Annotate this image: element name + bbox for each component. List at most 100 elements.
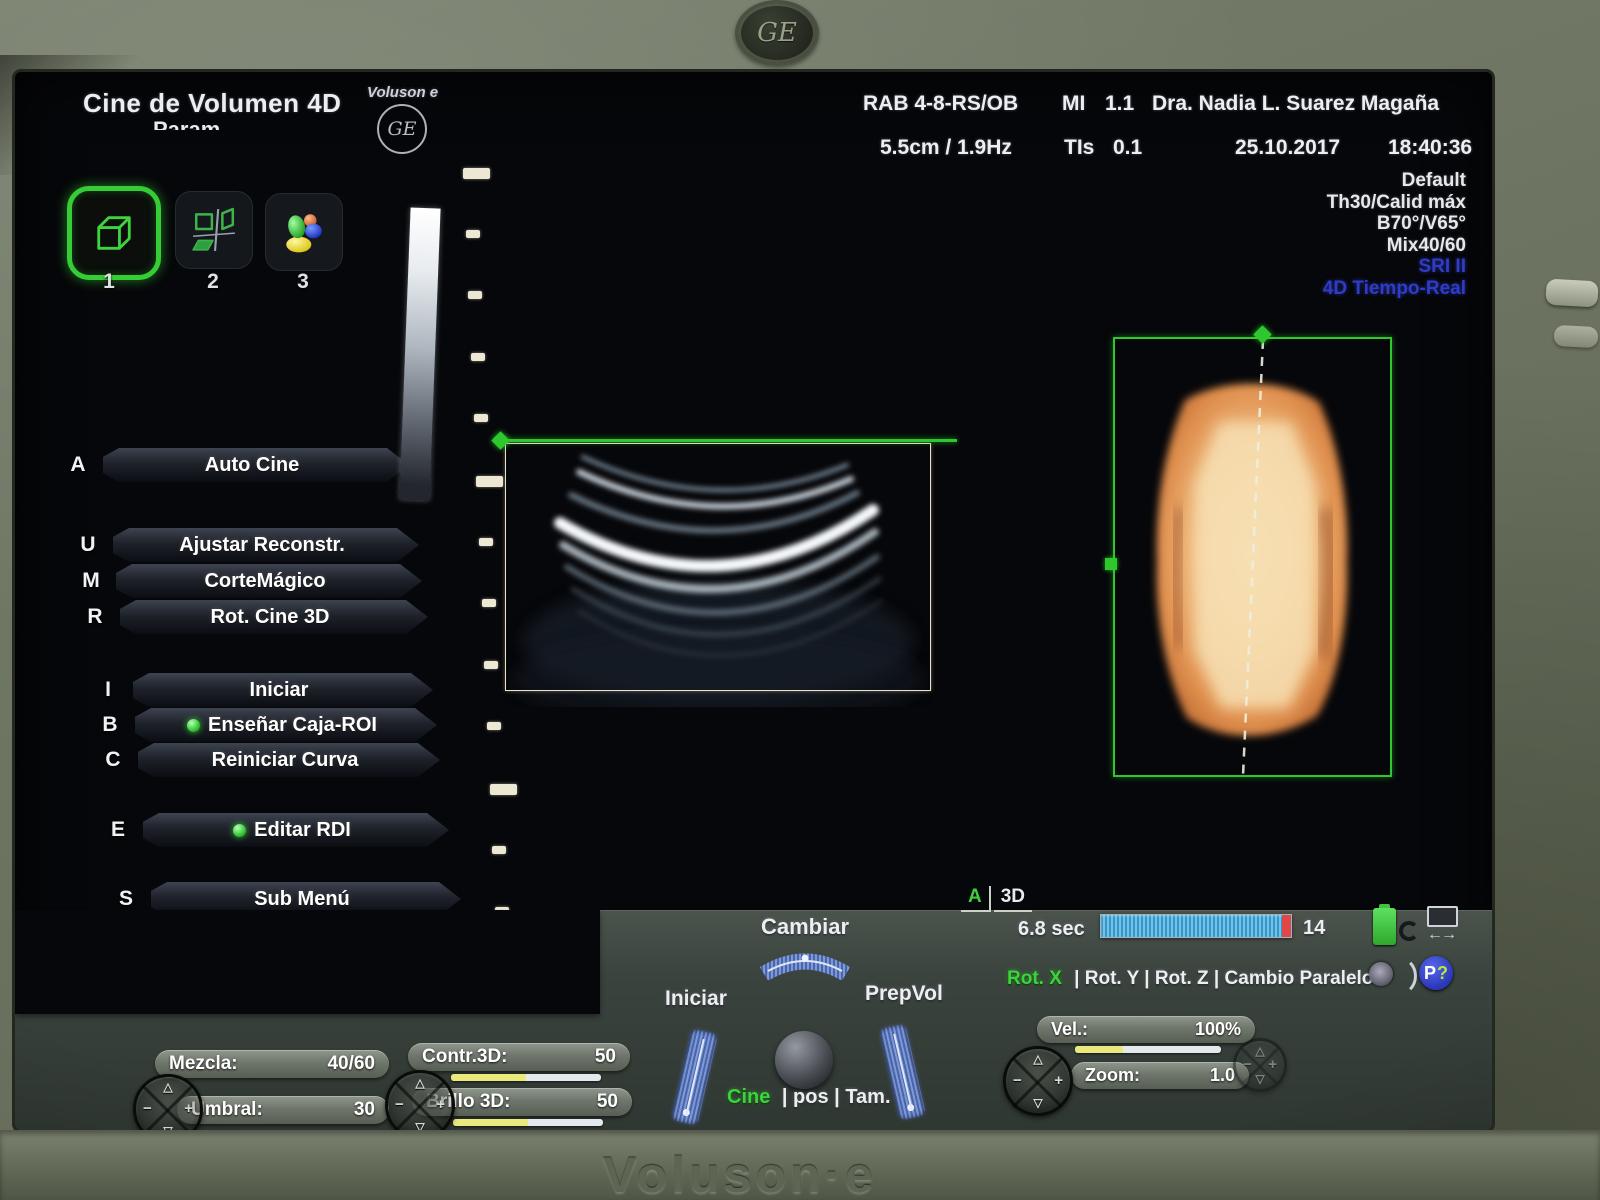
led-indicator [187, 719, 200, 732]
render-center-line [1227, 332, 1275, 782]
trackball-top-label: Cambiar [761, 914, 849, 940]
menu-button-ensenar-caja-roi[interactable]: Enseñar Caja-ROI [135, 708, 437, 742]
date: 25.10.2017 [1235, 136, 1340, 160]
depth-freq: 5.5cm / 1.9Hz [880, 136, 1012, 160]
roi-top-line[interactable] [501, 439, 957, 442]
mode-button-4d-cube[interactable] [67, 186, 161, 280]
settings-block: Default Th30/Calid máx B70°/V65° Mix40/6… [1323, 170, 1466, 299]
menu-button-corte-magico[interactable]: CorteMágico [116, 564, 422, 598]
mezcla-control[interactable]: Mezcla:40/60 [155, 1050, 389, 1078]
mode-button-sectional-planes[interactable] [175, 191, 253, 269]
menu-key-r: R [82, 605, 108, 629]
menu-button-editar-rdi[interactable]: Editar RDI [143, 813, 449, 847]
led-indicator [233, 824, 246, 837]
menu-key-m: M [78, 569, 104, 593]
voluson-brand-emboss: Voluson·e [0, 1146, 1480, 1200]
setting-mix: Mix40/60 [1323, 235, 1466, 257]
menu-key-s: S [113, 887, 139, 911]
menu-key-e: E [105, 818, 131, 842]
panel-step [15, 910, 600, 1014]
ruler-tick [490, 784, 517, 795]
b-mode-roi-box[interactable] [505, 443, 931, 691]
ruler-tick [476, 476, 503, 487]
umbral-control[interactable]: Umbral:30 [177, 1096, 389, 1124]
setting-preset: Default [1323, 170, 1466, 192]
plug-icon [1399, 921, 1419, 941]
ruler-tick [474, 414, 488, 422]
render-handle-square[interactable] [1105, 558, 1117, 570]
tis-label: TIs [1064, 136, 1094, 160]
arrows-icon: ←→ [1427, 927, 1457, 943]
zoom-control[interactable]: Zoom:1.0 [1071, 1062, 1249, 1089]
battery-icon [1373, 908, 1396, 945]
cine-frames: 14 [1303, 917, 1325, 940]
vel-control[interactable]: Vel.:100% [1037, 1016, 1255, 1043]
voluson-logo-text: Voluson e [367, 84, 438, 101]
status-active: Cine [727, 1086, 770, 1108]
mode-button-render-bodies[interactable] [265, 193, 343, 271]
bodies-icon [281, 209, 327, 255]
ruler-tick [482, 599, 496, 607]
mode-label-3: 3 [261, 270, 345, 294]
cine-time: 6.8 sec [1018, 918, 1085, 941]
mi-label: MI [1062, 92, 1085, 116]
page-title: Cine de Volumen 4D [83, 88, 341, 119]
doctor-name: Dra. Nadia L. Suarez Magaña [1152, 92, 1439, 116]
trackball-right-label: PrepVol [865, 982, 943, 1006]
menu-button-iniciar[interactable]: Iniciar [133, 673, 433, 707]
aux-knob[interactable]: △▽ −+ [1233, 1038, 1287, 1092]
setting-threshold-quality: Th30/Calid máx [1323, 192, 1466, 214]
ge-monogram-icon: GE [377, 104, 427, 154]
tab-a[interactable]: A [961, 886, 991, 912]
menu-key-i: I [95, 678, 121, 702]
ge-logo-emblem: GE [735, 0, 819, 66]
cine-progress-bar[interactable] [1100, 914, 1292, 938]
setting-angles: B70°/V65° [1323, 213, 1466, 235]
tis-value: 0.1 [1113, 136, 1142, 160]
grayscale-bar [399, 208, 440, 501]
menu-key-b: B [97, 713, 123, 737]
bottom-bezel: Voluson·e [0, 1130, 1600, 1200]
trackball-arc[interactable] [757, 942, 853, 980]
menu-button-rot-cine-3d[interactable]: Rot. Cine 3D [120, 600, 428, 634]
setting-sri: SRI II [1323, 256, 1466, 278]
vel-zoom-knob[interactable]: △▽ −+ [1003, 1046, 1073, 1116]
probe-label: RAB 4-8-RS/OB [863, 92, 1018, 116]
cube-icon [90, 209, 138, 257]
rotation-active[interactable]: Rot. X [1007, 968, 1062, 989]
setting-4d-realtime: 4D Tiempo-Real [1323, 278, 1466, 300]
ruler-tick [484, 661, 498, 669]
time: 18:40:36 [1388, 136, 1472, 160]
bezel-button[interactable] [1553, 325, 1598, 348]
brillo3d-bar [453, 1119, 603, 1126]
ultrasound-screen: Cine de Volumen 4D Param Voluson e GE RA… [15, 72, 1492, 1130]
rotary-knob-icon [1367, 956, 1403, 992]
rotation-rest[interactable]: | Rot. Y | Rot. Z | Cambio Paralelo [1074, 968, 1373, 989]
cine-cursor [1282, 915, 1291, 937]
contr3d-bar [451, 1074, 601, 1081]
monitor-icon [1427, 906, 1458, 927]
trackball-left-label: Iniciar [665, 987, 727, 1011]
contr3d-control[interactable]: Contr.3D:50 [408, 1043, 630, 1071]
subtitle-clipped: Param [153, 118, 273, 130]
menu-button-auto-cine[interactable]: Auto Cine [103, 448, 409, 482]
planes-icon [191, 207, 237, 253]
ruler-tick [466, 230, 480, 238]
mode-label-2: 2 [171, 270, 255, 294]
ruler-tick [463, 168, 490, 179]
ruler-tick [492, 846, 506, 854]
ruler-tick [468, 291, 482, 299]
tab-3d[interactable]: 3D [994, 886, 1032, 912]
help-badge[interactable]: P? [1419, 956, 1453, 990]
trackball-status: Cine | pos | Tam. [727, 1086, 891, 1109]
trackball[interactable] [775, 1031, 833, 1089]
ruler-tick [471, 353, 485, 361]
ruler-tick [487, 722, 501, 730]
menu-button-ajustar-reconstr[interactable]: Ajustar Reconstr. [113, 528, 419, 562]
mi-value: 1.1 [1105, 92, 1134, 116]
mode-label-1: 1 [67, 270, 151, 294]
view-tabs: A 3D [961, 886, 1032, 912]
rotation-options: Rot. X | Rot. Y | Rot. Z | Cambio Parale… [1007, 968, 1373, 990]
menu-button-reiniciar-curva[interactable]: Reiniciar Curva [138, 743, 440, 777]
bezel-button[interactable] [1545, 279, 1598, 308]
